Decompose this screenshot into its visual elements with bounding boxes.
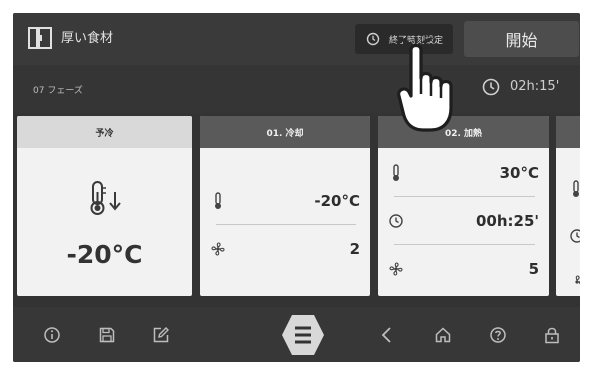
- help-icon[interactable]: [486, 323, 510, 347]
- phase-card-cooling[interactable]: 01. 冷却 -20°C 2: [200, 116, 370, 296]
- footer-toolbar: [13, 307, 580, 362]
- temperature-value: 30°C: [499, 164, 539, 182]
- cabinet-icon: [28, 27, 52, 49]
- thermometer-icon: [208, 192, 228, 210]
- phase-card-precool[interactable]: 予冷 -20°C: [17, 116, 192, 296]
- phase-bar: 07 フェーズ 02h:15': [13, 65, 580, 113]
- temperature-row: -20°C: [208, 180, 360, 222]
- temperature-value: -20°C: [314, 192, 360, 210]
- lock-icon[interactable]: [540, 323, 564, 347]
- edit-icon[interactable]: [149, 323, 173, 347]
- precool-temperature: -20°C: [66, 240, 143, 269]
- divider: [394, 196, 535, 197]
- oven-screen: 厚い食材 終了時刻設定 開始 07 フェーズ 02h:15' 予冷 -20°C …: [13, 13, 580, 362]
- clock-icon: [482, 78, 500, 96]
- header-bar: 厚い食材 終了時刻設定 開始: [13, 13, 580, 65]
- clock-icon: [569, 228, 580, 248]
- fan-icon: [386, 261, 406, 277]
- clock-icon: [386, 213, 406, 229]
- divider: [394, 244, 535, 245]
- phase-card-next[interactable]: [556, 116, 580, 296]
- phase-card-title: 01. 冷却: [200, 116, 370, 148]
- divider: [216, 224, 356, 225]
- page-title: 厚い食材: [61, 31, 114, 46]
- back-icon[interactable]: [375, 323, 399, 347]
- info-icon[interactable]: [40, 323, 64, 347]
- fan-speed-value: 2: [349, 240, 360, 258]
- phase-card-heating[interactable]: 02. 加熱 30°C 00h:25' 5: [378, 116, 549, 296]
- fan-speed-value: 5: [528, 260, 539, 278]
- fan-row: 2: [208, 228, 360, 270]
- phase-card-title: [556, 116, 580, 148]
- total-time: 02h:15': [510, 79, 560, 94]
- temperature-row: 30°C: [386, 152, 539, 194]
- home-icon[interactable]: [431, 323, 455, 347]
- probe-thermometer-down-icon: [90, 181, 121, 215]
- duration-value: 00h:25': [475, 212, 539, 230]
- duration-row: 00h:25': [386, 200, 539, 242]
- phase-card-title: 予冷: [17, 116, 192, 148]
- thermometer-icon: [570, 180, 580, 202]
- fan-row: 5: [386, 248, 539, 290]
- thermometer-icon: [386, 164, 406, 182]
- save-icon[interactable]: [95, 323, 119, 347]
- fan-icon: [208, 241, 228, 257]
- phase-count: 07 フェーズ: [33, 86, 83, 96]
- pointing-hand-icon: [397, 38, 453, 132]
- clock-icon: [366, 32, 380, 46]
- fan-icon: [569, 274, 580, 294]
- start-button[interactable]: 開始: [464, 21, 579, 57]
- menu-icon[interactable]: [281, 314, 325, 356]
